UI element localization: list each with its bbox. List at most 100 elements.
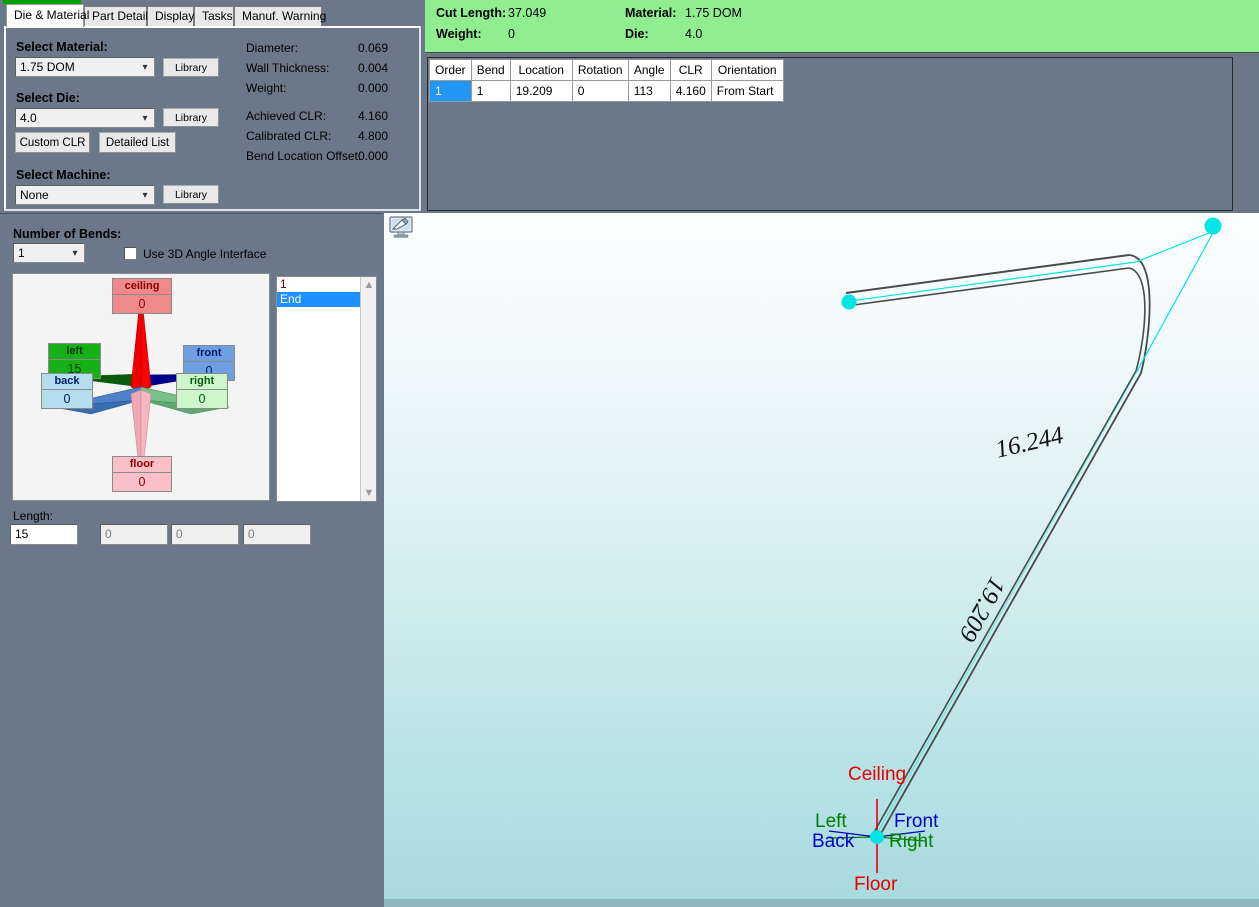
select-die-label: Select Die: (16, 91, 80, 105)
angle-box-back-value[interactable]: 0 (42, 389, 92, 408)
length-input-3[interactable]: 0 (171, 524, 239, 545)
machine-select[interactable]: None ▾ (15, 185, 155, 205)
summary-bar: Cut Length: 37.049 Weight: 0 Material: 1… (425, 0, 1259, 53)
tab-tasks[interactable]: Tasks (194, 6, 234, 26)
angle-box-back-name: back (42, 374, 92, 389)
axis-label-floor: Floor (854, 874, 897, 896)
chevron-down-icon[interactable]: ▼ (361, 485, 377, 501)
cell-location[interactable]: 19.209 (510, 81, 572, 102)
bend-location-offset-label: Bend Location Offset: (246, 149, 361, 163)
angle-box-floor[interactable]: floor 0 (112, 456, 172, 492)
screen-capture-icon[interactable] (389, 216, 413, 238)
material-library-button[interactable]: Library (163, 58, 219, 77)
angle-box-front-name: front (184, 346, 234, 361)
summary-weight-label: Weight: (436, 27, 482, 41)
bend-table[interactable]: Order Bend Location Rotation Angle CLR O… (429, 59, 784, 102)
summary-material-label: Material: (625, 6, 676, 20)
material-select[interactable]: 1.75 DOM ▾ (15, 57, 155, 77)
cell-order[interactable]: 1 (430, 81, 472, 102)
cut-length-value: 37.049 (508, 6, 546, 20)
angle-box-right-name: right (177, 374, 227, 389)
col-order[interactable]: Order (430, 60, 472, 81)
die-select[interactable]: 4.0 ▾ (15, 108, 155, 128)
cell-bend[interactable]: 1 (471, 81, 510, 102)
wall-thickness-value: 0.004 (358, 61, 388, 75)
cell-rotation[interactable]: 0 (572, 81, 628, 102)
machine-library-button-label: Library (175, 189, 207, 201)
calibrated-clr-label: Calibrated CLR: (246, 129, 331, 143)
die-library-button[interactable]: Library (163, 108, 219, 127)
material-library-button-label: Library (175, 62, 207, 74)
length-input-4-value: 0 (248, 527, 255, 541)
custom-clr-button-label: Custom CLR (20, 137, 86, 149)
tab-tasks-label: Tasks (202, 9, 233, 23)
cell-clr[interactable]: 4.160 (670, 81, 711, 102)
tab-bar: Die & Material Part Details Display Task… (0, 4, 425, 26)
machine-library-button[interactable]: Library (163, 185, 219, 204)
number-of-bends-select[interactable]: 1 ▾ (13, 243, 85, 263)
summary-die-value: 4.0 (685, 27, 702, 41)
cell-orientation[interactable]: From Start (711, 81, 783, 102)
chevron-down-icon: ▾ (139, 190, 151, 202)
angle-box-right[interactable]: right 0 (176, 373, 228, 409)
detailed-list-button-label: Detailed List (106, 137, 169, 149)
angle-interface-pane: ceiling 0 floor 0 left 15 back 0 front 0… (12, 273, 270, 501)
summary-material-value: 1.75 DOM (685, 6, 742, 20)
angle-box-floor-name: floor (113, 457, 171, 472)
use-3d-angle-checkbox[interactable] (124, 247, 137, 260)
axis-label-back: Back (812, 831, 854, 853)
length-input-2[interactable]: 0 (100, 524, 168, 545)
use-3d-angle-label: Use 3D Angle Interface (143, 247, 266, 261)
tube-render (384, 213, 1259, 907)
select-material-label: Select Material: (16, 40, 108, 54)
tab-manuf-warning-label: Manuf. Warning (242, 9, 326, 23)
3d-viewport[interactable]: 16.244 19.209 Ceiling Floor Left Back Fr… (384, 213, 1259, 907)
list-item[interactable]: End (277, 292, 361, 307)
col-rotation[interactable]: Rotation (572, 60, 628, 81)
col-clr[interactable]: CLR (670, 60, 711, 81)
angle-box-right-value[interactable]: 0 (177, 389, 227, 408)
custom-clr-button[interactable]: Custom CLR (15, 132, 90, 153)
achieved-clr-label: Achieved CLR: (246, 109, 326, 123)
cut-length-label: Cut Length: (436, 6, 506, 20)
number-of-bends-label: Number of Bends: (13, 227, 121, 241)
axis-label-left: Left (815, 811, 847, 833)
chevron-down-icon: ▾ (139, 62, 151, 74)
length-input-1-value: 15 (15, 527, 28, 541)
angle-box-floor-value[interactable]: 0 (113, 472, 171, 491)
calibrated-clr-value: 4.800 (358, 129, 388, 143)
chevron-up-icon[interactable]: ▲ (361, 277, 377, 293)
tab-part-details-label: Part Details (92, 9, 154, 23)
col-bend[interactable]: Bend (471, 60, 510, 81)
cell-angle[interactable]: 113 (628, 81, 670, 102)
bend-location-offset-value: 0.000 (358, 149, 388, 163)
angle-box-ceiling-value[interactable]: 0 (113, 294, 171, 313)
axis-label-front: Front (894, 811, 938, 833)
number-of-bends-value: 1 (18, 246, 25, 260)
col-angle[interactable]: Angle (628, 60, 670, 81)
summary-die-label: Die: (625, 27, 649, 41)
tab-display[interactable]: Display (147, 6, 194, 26)
axis-label-ceiling: Ceiling (848, 764, 906, 786)
tab-die-material[interactable]: Die & Material (6, 4, 84, 27)
col-orientation[interactable]: Orientation (711, 60, 783, 81)
bend-list[interactable]: 1 End ▲ ▼ (276, 276, 377, 502)
tab-display-label: Display (155, 9, 194, 23)
length-input-2-value: 0 (105, 527, 112, 541)
table-row[interactable]: 1 1 19.209 0 113 4.160 From Start (430, 81, 784, 102)
col-location[interactable]: Location (510, 60, 572, 81)
axis-label-right: Right (889, 831, 933, 853)
die-select-value: 4.0 (20, 111, 37, 125)
tab-part-details[interactable]: Part Details (84, 6, 147, 26)
wall-thickness-label: Wall Thickness: (246, 61, 329, 75)
tab-manuf-warning[interactable]: Manuf. Warning (234, 6, 322, 26)
viewport-bottom-strip (384, 899, 1259, 907)
bend-list-scrollbar[interactable]: ▲ ▼ (360, 277, 376, 501)
angle-box-back[interactable]: back 0 (41, 373, 93, 409)
length-input-4[interactable]: 0 (243, 524, 311, 545)
angle-box-ceiling[interactable]: ceiling 0 (112, 278, 172, 314)
select-machine-label: Select Machine: (16, 168, 110, 182)
detailed-list-button[interactable]: Detailed List (99, 132, 176, 153)
length-input-1[interactable]: 15 (10, 524, 78, 545)
summary-weight-value: 0 (508, 27, 515, 41)
